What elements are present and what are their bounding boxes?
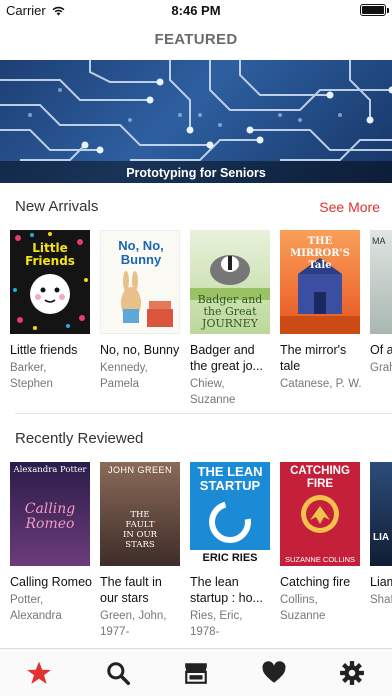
status-time: 8:46 PM [171,3,221,18]
book-author: Grah [370,362,392,374]
book-cover: CATCHING FIRE SUZANNE COLLINS [280,462,360,566]
book-title: Of a dust [370,343,392,357]
book-author: Potter, Alexandra [10,594,62,622]
book-cover: THE MIRROR'S Tale [280,230,360,334]
cover-title: Little Friends [25,241,75,268]
book-title: Liam Hem [370,575,392,589]
book-title: No, no, Bunny [100,343,180,357]
book-title: The mirror's tale [280,343,347,373]
book-card[interactable]: Alexandra Potter Calling Romeo Calling R… [10,462,92,624]
gear-icon [340,661,364,685]
new-arrivals-header: New Arrivals [15,198,99,215]
cover-title: THE FAULT IN OUR STARS [122,510,158,550]
tab-bar [0,648,392,696]
featured-banner[interactable]: Prototyping for Seniors [0,60,392,183]
book-card[interactable]: No, No, Bunny No, no, Bunny Kennedy, Pam… [100,230,182,392]
book-author: Ries, Eric, 1978- [190,610,243,638]
cover-title: LIA [373,532,390,543]
book-cover: MA [370,230,392,334]
new-arrivals-row[interactable]: Little Friends Little friends Barker, St… [0,230,392,430]
book-card[interactable]: MA Of a dust Grah [370,230,392,376]
tab-search[interactable] [104,659,132,687]
book-author: Catanese, P. W. [280,378,362,390]
book-cover: Little Friends [10,230,90,334]
mockingjay-icon [301,495,339,533]
book-author: Chiew, Suzanne [190,378,236,406]
book-author: Green, John, 1977- [100,610,167,638]
cover-author: Alexandra Potter [13,465,87,475]
book-title: The fault in our stars [100,575,162,605]
cover-author: ERIC RIES [190,550,270,566]
book-title: Badger and the great jo... [190,343,263,373]
cover-author: JOHN GREEN [107,465,172,475]
book-card[interactable]: LIA Liam Hem Shaf Jens [370,462,392,608]
page-title: FEATURED [154,31,238,48]
section-divider [15,413,392,414]
battery-level [362,6,384,14]
book-cover: Badger and the Great JOURNEY [190,230,270,334]
book-author: Shaf Jens [370,594,392,606]
cover-title: No, No, Bunny [118,238,164,267]
cover-title: THE MIRROR'S Tale [290,236,350,271]
book-title: Catching fire [280,575,351,589]
book-author: Kennedy, Pamela [100,362,148,390]
tab-favorites[interactable] [260,659,288,687]
cover-title: Badger and the Great JOURNEY [197,293,263,330]
book-card[interactable]: CATCHING FIRE SUZANNE COLLINS Catching f… [280,462,362,624]
star-icon [27,661,51,684]
banner-caption: Prototyping for Seniors [126,166,266,180]
cover-author: SUZANNE COLLINS [284,555,356,564]
book-cover: JOHN GREEN THE FAULT IN OUR STARS [100,462,180,566]
battery-icon [360,4,389,16]
book-cover: LIA [370,462,392,566]
book-title: The lean startup : ho... [190,575,263,605]
book-card[interactable]: THE LEAN STARTUP ERIC RIES The lean star… [190,462,272,640]
status-bar: Carrier 8:46 PM [0,0,392,22]
book-card[interactable]: THE MIRROR'S Tale The mirror's tale Cata… [280,230,362,392]
tab-settings[interactable] [338,659,366,687]
book-author: Collins, Suzanne [280,594,326,622]
cover-title: MA [372,236,386,246]
battery-indicator [360,4,389,16]
cover-title: Calling Romeo [24,501,76,532]
book-card[interactable]: Little Friends Little friends Barker, St… [10,230,92,392]
tab-library[interactable] [182,659,210,687]
book-card[interactable]: JOHN GREEN THE FAULT IN OUR STARS The fa… [100,462,182,640]
book-cover: THE LEAN STARTUP ERIC RIES [190,462,270,566]
recently-reviewed-row[interactable]: Alexandra Potter Calling Romeo Calling R… [0,462,392,662]
storefront-icon [185,663,207,684]
heart-icon [262,661,286,683]
tab-featured[interactable] [25,659,53,687]
recently-reviewed-header: Recently Reviewed [15,430,144,447]
book-cover: No, No, Bunny [100,230,180,334]
book-title: Calling Romeo [10,575,92,589]
book-cover: Alexandra Potter Calling Romeo [10,462,90,566]
book-card[interactable]: Badger and the Great JOURNEY Badger and … [190,230,272,408]
book-title: Little friends [10,343,78,357]
search-icon [107,662,131,686]
see-more-link[interactable]: See More [319,199,380,215]
book-author: Barker, Stephen [10,362,53,390]
